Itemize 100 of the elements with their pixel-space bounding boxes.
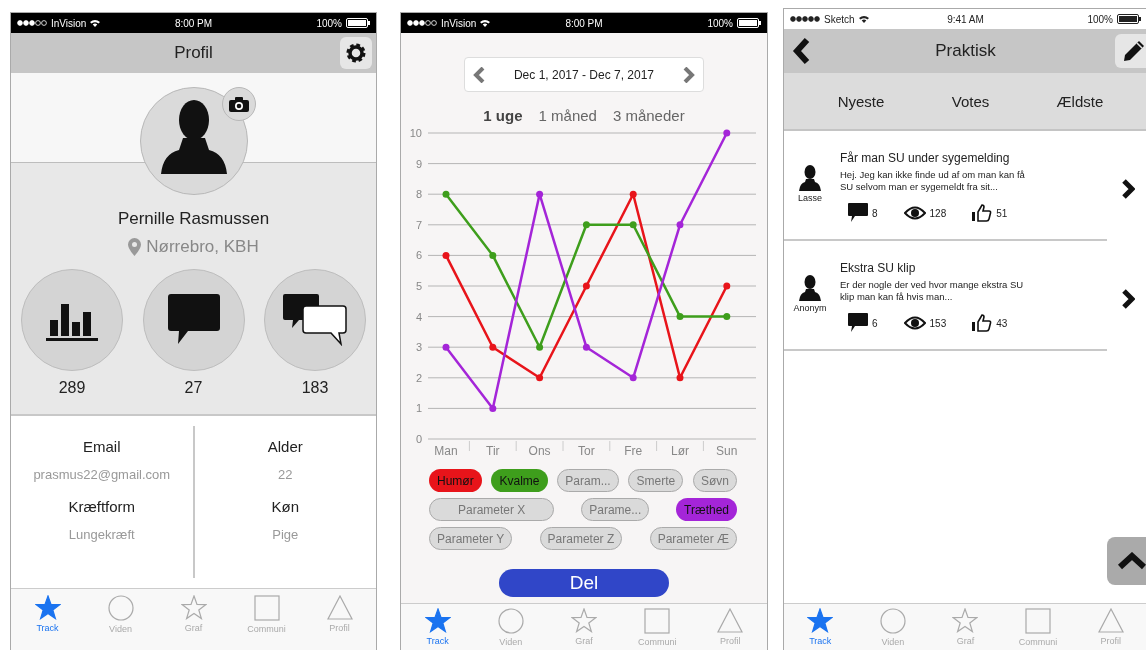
data-point xyxy=(442,343,450,351)
battery-icon xyxy=(1117,14,1141,24)
previous-button[interactable] xyxy=(473,66,485,83)
parameter-chip[interactable]: Parameter X xyxy=(429,498,555,521)
period-tab[interactable]: 1 måned xyxy=(538,105,597,125)
data-point xyxy=(536,374,544,382)
battery-percent: 100% xyxy=(707,17,733,29)
square-icon xyxy=(1025,608,1052,634)
data-point xyxy=(442,190,450,198)
author-name: Anonym xyxy=(793,303,827,313)
data-point xyxy=(582,343,590,351)
data-point xyxy=(489,404,497,412)
tab-item[interactable]: Graf xyxy=(935,608,996,646)
star-icon xyxy=(180,595,207,620)
tab-item[interactable]: Profil xyxy=(309,595,370,633)
battery-icon xyxy=(346,18,370,28)
sort-tab[interactable]: Votes xyxy=(951,92,990,110)
sort-tab[interactable]: Nyeste xyxy=(837,92,885,110)
data-point xyxy=(676,313,684,321)
eye-icon xyxy=(903,206,926,220)
data-point xyxy=(676,221,684,229)
parameter-chip[interactable]: Træthed xyxy=(676,498,737,521)
signal-icon xyxy=(17,20,47,26)
tab-item[interactable]: Profil xyxy=(1080,608,1141,646)
scroll-to-top-button[interactable] xyxy=(1107,537,1146,585)
y-axis-label: 8 xyxy=(415,188,422,201)
screen-title: Profil xyxy=(174,43,213,63)
open-post-button[interactable] xyxy=(1121,289,1135,309)
triangle-icon xyxy=(717,608,744,633)
y-axis-label: 5 xyxy=(415,280,422,292)
parameter-chip[interactable]: Parameter Æ xyxy=(649,527,737,550)
square-icon xyxy=(253,595,280,621)
stat-count: 27 xyxy=(184,379,203,397)
field-value: prasmus22@gmail.com xyxy=(33,467,171,482)
battery-percent: 100% xyxy=(1087,13,1113,25)
back-button[interactable] xyxy=(792,38,810,64)
data-point xyxy=(723,129,731,137)
tab-item[interactable]: Communi xyxy=(1008,608,1069,647)
parameter-chip[interactable]: Parame... xyxy=(581,498,650,521)
like-count: 51 xyxy=(996,207,1008,219)
parameter-chip[interactable]: Humør xyxy=(429,469,482,492)
speech-bubble-icon xyxy=(167,294,220,346)
parameter-chip[interactable]: Parameter Z xyxy=(539,527,623,550)
comment-icon xyxy=(848,313,868,333)
author-name: Lasse xyxy=(798,193,822,203)
x-axis-label: Lør xyxy=(671,444,689,458)
parameter-chip[interactable]: Parameter Y xyxy=(429,527,513,550)
tab-item[interactable]: Track xyxy=(407,608,468,646)
tab-item[interactable]: Track xyxy=(17,595,78,633)
date-range: Dec 1, 2017 - Dec 7, 2017 xyxy=(513,67,655,82)
parameter-chip[interactable]: Smerte xyxy=(628,469,684,492)
chevron-up-icon xyxy=(1117,552,1146,570)
tab-item[interactable]: Track xyxy=(790,608,851,646)
parameter-chip[interactable]: Param... xyxy=(557,469,619,492)
sort-tab[interactable]: Ældste xyxy=(1056,92,1104,110)
data-point xyxy=(676,374,684,382)
settings-button[interactable] xyxy=(340,37,372,69)
star-icon xyxy=(952,608,979,633)
carrier-name: InVision xyxy=(441,17,477,29)
tab-item[interactable]: Viden xyxy=(90,595,151,634)
chevron-left-icon xyxy=(473,66,485,83)
data-point xyxy=(582,221,590,229)
data-point xyxy=(723,313,731,321)
star-icon xyxy=(807,608,834,633)
person-icon xyxy=(799,275,821,301)
share-button[interactable]: Del xyxy=(499,569,669,597)
tab-item[interactable]: Graf xyxy=(163,595,224,633)
tab-item[interactable]: Viden xyxy=(480,608,541,647)
x-axis-label: Tor xyxy=(578,444,595,458)
y-axis-label: 2 xyxy=(415,371,422,384)
comment-icon xyxy=(848,203,868,223)
y-axis-label: 9 xyxy=(415,157,422,170)
comment-count: 6 xyxy=(872,317,878,329)
parameter-chip[interactable]: Kvalme xyxy=(491,469,548,492)
edit-button[interactable] xyxy=(1115,34,1146,68)
data-point xyxy=(536,190,544,198)
period-tab[interactable]: 1 uge xyxy=(483,105,523,125)
y-axis-label: 4 xyxy=(415,310,422,323)
x-axis-label: Sun xyxy=(716,444,738,458)
tab-item[interactable]: Communi xyxy=(236,595,297,634)
battery-icon xyxy=(737,18,761,28)
signal-icon xyxy=(790,16,820,22)
tab-item[interactable]: Profil xyxy=(700,608,761,646)
user-name: Pernille Rasmussen xyxy=(117,209,270,229)
camera-button[interactable] xyxy=(221,87,256,121)
x-axis-label: Tir xyxy=(486,444,500,458)
field-label: Kræftform xyxy=(68,498,136,515)
tab-item[interactable]: Viden xyxy=(862,608,923,647)
period-tab[interactable]: 3 måneder xyxy=(612,105,685,125)
battery-percent: 100% xyxy=(316,17,342,29)
star-icon xyxy=(34,595,61,620)
tab-item[interactable]: Communi xyxy=(627,608,688,647)
triangle-icon xyxy=(1097,608,1124,633)
parameter-chip[interactable]: Søvn xyxy=(693,469,737,492)
tab-item[interactable]: Graf xyxy=(553,608,614,646)
star-icon xyxy=(570,608,597,633)
status-time: 8:00 PM xyxy=(174,17,213,29)
carrier-name: Sketch xyxy=(824,13,855,25)
next-button[interactable] xyxy=(683,66,695,83)
open-post-button[interactable] xyxy=(1121,179,1135,199)
